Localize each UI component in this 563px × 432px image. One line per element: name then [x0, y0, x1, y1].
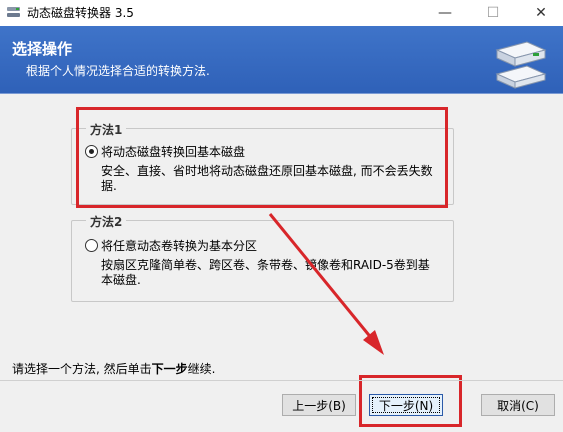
- method-2-description: 按扇区克隆简单卷、跨区卷、条带卷、镜像卷和RAID-5卷到基本磁盘.: [101, 258, 430, 287]
- method-2-radio[interactable]: [85, 239, 98, 252]
- back-button[interactable]: 上一步(B): [282, 394, 356, 416]
- window-title: 动态磁盘转换器 3.5: [27, 6, 134, 20]
- disk-conversion-icon: [495, 41, 547, 89]
- highlight-box-method-1: [76, 107, 448, 208]
- instruction-suffix: 继续.: [187, 362, 216, 376]
- arrow-head: [363, 330, 384, 355]
- page-subtitle: 根据个人情况选择合适的转换方法.: [26, 64, 210, 78]
- method-2-label[interactable]: 将任意动态卷转换为基本分区: [101, 237, 257, 254]
- maximize-button[interactable]: ☐: [470, 0, 516, 26]
- method-2-group: 方法2 将任意动态卷转换为基本分区 按扇区克隆简单卷、跨区卷、条带卷、镜像卷和R…: [71, 213, 454, 302]
- app-disk-icon: [7, 7, 20, 17]
- minimize-button[interactable]: —: [422, 0, 468, 26]
- footer-divider: [0, 380, 563, 381]
- method-2-legend: 方法2: [86, 213, 127, 230]
- header-banner: 选择操作 根据个人情况选择合适的转换方法.: [0, 26, 563, 94]
- close-button[interactable]: ✕: [518, 0, 563, 26]
- instruction-prefix: 请选择一个方法, 然后单击: [12, 362, 152, 376]
- page-title: 选择操作: [12, 40, 73, 58]
- title-bar: 动态磁盘转换器 3.5 — ☐ ✕: [0, 0, 563, 26]
- next-button[interactable]: 下一步(N): [369, 394, 443, 416]
- method-2-radio-row[interactable]: 将任意动态卷转换为基本分区: [85, 237, 257, 254]
- cancel-button[interactable]: 取消(C): [481, 394, 555, 416]
- instruction-emphasis: 下一步: [151, 362, 188, 376]
- instruction-text: 请选择一个方法, 然后单击下一步继续.: [12, 360, 215, 377]
